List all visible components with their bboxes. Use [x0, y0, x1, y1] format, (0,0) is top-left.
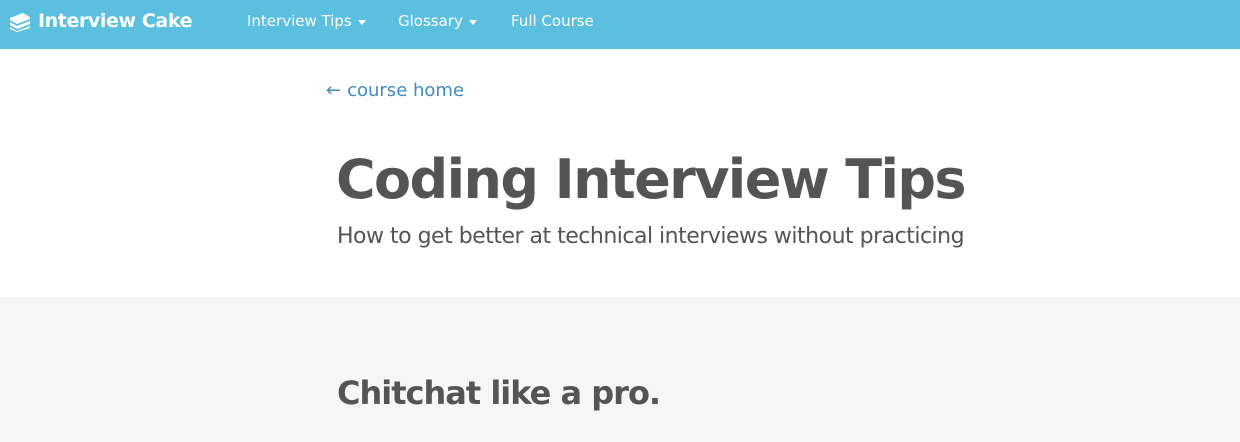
page-subtitle: How to get better at technical interview… [337, 224, 965, 249]
section-heading: Chitchat like a pro. [337, 374, 661, 412]
nav-glossary-label: Glossary [398, 12, 463, 30]
nav-interview-tips-label: Interview Tips [247, 12, 352, 30]
top-navbar: Interview Cake Interview Tips Glossary F… [0, 0, 1240, 49]
caret-down-icon [468, 19, 477, 25]
left-arrow-icon: ← [326, 80, 342, 101]
course-home-label: course home [347, 80, 465, 101]
caret-down-icon [357, 19, 366, 25]
content-section [0, 297, 1240, 442]
nav-full-course-label: Full Course [511, 12, 594, 30]
brand-name: Interview Cake [38, 10, 193, 32]
page-title: Coding Interview Tips [336, 148, 967, 211]
nav-glossary[interactable]: Glossary [398, 0, 477, 42]
nav-full-course[interactable]: Full Course [511, 0, 594, 42]
nav-interview-tips[interactable]: Interview Tips [247, 0, 366, 42]
course-home-link[interactable]: ← course home [326, 80, 464, 101]
cake-icon [10, 13, 30, 32]
brand-logo-link[interactable]: Interview Cake [8, 0, 192, 42]
